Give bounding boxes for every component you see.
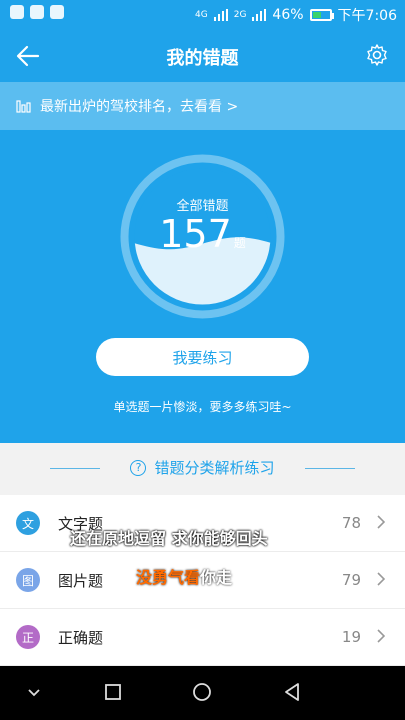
lyric-rest: 你走: [200, 568, 233, 587]
chevron-right-icon: [377, 629, 385, 643]
back-icon[interactable]: [280, 680, 304, 704]
category-name: 正确题: [58, 628, 104, 647]
bar-chart-icon: [16, 100, 31, 113]
page-title: 我的错题: [166, 48, 239, 69]
chevron-down-icon[interactable]: [22, 680, 46, 704]
category-badge: 正: [16, 625, 40, 649]
recents-icon[interactable]: [101, 680, 125, 704]
app-bar: 我的错题: [0, 30, 405, 82]
ranking-banner[interactable]: 最新出炉的驾校排名，去看看 >: [0, 82, 405, 130]
lyric-highlight: 没勇气看: [136, 568, 201, 587]
total-count-unit: 题: [233, 236, 246, 250]
browser-notification-icon: [30, 5, 44, 19]
category-count: 19: [341, 628, 361, 646]
category-section-header: ? 错题分类解析练习: [0, 443, 405, 495]
practice-tip: 单选题一片惨淡，要多多练习哇~: [113, 400, 292, 414]
status-bar: 4G 2G 46% 下午7:06: [0, 0, 405, 30]
category-badge: 图: [16, 568, 40, 592]
signal-4g-label: 4G: [195, 9, 208, 20]
total-count-value: 157: [159, 212, 232, 256]
lyric-overlay-line1: 还在原地逗留 求你能够回头: [70, 529, 268, 548]
chevron-right-icon: [377, 572, 385, 586]
category-badge: 文: [16, 511, 40, 535]
image-notification-icon: [50, 5, 64, 19]
system-nav-bar: [0, 666, 405, 720]
chevron-right-icon: [377, 515, 385, 529]
category-count: 79: [341, 571, 361, 589]
practice-button[interactable]: 我要练习: [96, 338, 309, 376]
section-title: 错题分类解析练习: [154, 459, 275, 477]
battery-percent: 46%: [272, 7, 304, 23]
summary-panel: 全部错题 157 题 我要练习 单选题一片惨淡，要多多练习哇~: [0, 130, 405, 443]
help-icon[interactable]: ?: [130, 459, 147, 476]
signal-icon: [252, 9, 267, 21]
battery-icon: [309, 9, 334, 21]
gear-icon[interactable]: [365, 43, 389, 67]
lyric-overlay-line2: 没勇气看你走: [136, 564, 232, 588]
category-name: 图片题: [58, 571, 104, 590]
home-icon[interactable]: [190, 680, 214, 704]
total-count: 157 题: [0, 212, 405, 256]
app-notification-icon: [10, 5, 24, 19]
signal-2g-label: 2G: [233, 9, 247, 20]
clock: 下午7:06: [337, 8, 397, 24]
category-count: 78: [341, 514, 361, 532]
banner-text: 最新出炉的驾校排名，去看看 >: [40, 99, 239, 115]
signal-icon: [213, 9, 228, 21]
list-item[interactable]: 正 正确题 19: [0, 609, 405, 666]
